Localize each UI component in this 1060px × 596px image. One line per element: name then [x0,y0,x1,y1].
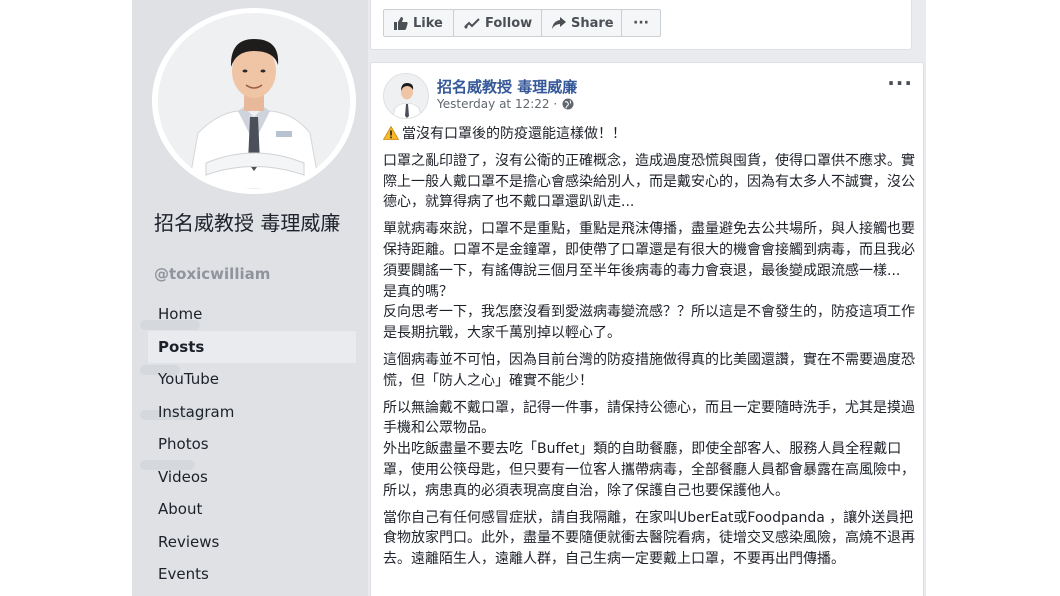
nav-item-videos[interactable]: Videos [148,461,356,494]
like-button[interactable]: Like [383,9,454,37]
more-actions-button[interactable]: ··· [621,9,661,37]
person-avatar-icon [384,74,428,118]
post-paragraph: 口罩之亂印證了，沒有公衛的正確概念，造成過度恐慌與囤貨，使得口罩供不應求。實際上… [383,152,915,211]
facebook-page-frame: 招名威教授 毒理威廉 @toxicwilliam Home Posts YouT… [132,0,926,596]
nav-item-posts[interactable]: Posts [148,330,356,363]
post-card: 招名威教授 毒理威廉 Yesterday at 12:22 · ··· 當沒有口… [370,62,924,596]
post-author-avatar[interactable] [383,73,429,119]
page-handle[interactable]: @toxicwilliam [154,265,270,283]
like-label: Like [413,15,443,31]
page-title: 招名威教授 毒理威廉 [154,211,341,235]
post-body: 當沒有口罩後的防疫還能這樣做！！ 口罩之亂印證了，沒有公衛的正確概念，造成過度恐… [383,124,915,576]
post-paragraph: 當你自己有任何感冒症狀，請自我隔離，在家叫UberEat或Foodpanda ，… [383,509,915,568]
post-time-text: Yesterday at 12:22 · [437,97,558,111]
post-paragraph: 所以無論戴不戴口罩，記得一件事，請保持公德心，而且一定要隨時洗手，尤其是摸過手機… [383,399,915,499]
nav-item-home[interactable]: Home [148,298,356,331]
nav-item-youtube[interactable]: YouTube [148,363,356,396]
nav-item-about[interactable]: About [148,493,356,526]
nav-item-photos[interactable]: Photos [148,428,356,461]
thumbs-up-icon [394,16,408,30]
left-sidebar: 招名威教授 毒理威廉 @toxicwilliam Home Posts YouT… [132,0,368,596]
post-timestamp[interactable]: Yesterday at 12:22 · [437,97,574,111]
profile-picture[interactable] [158,13,350,189]
post-paragraph: 單就病毒來說，口罩不是重點，重點是飛沫傳播，盡量避免去公共場所，與人接觸也要保持… [383,221,915,342]
follow-button[interactable]: Follow [453,9,544,37]
person-portrait-icon [158,13,350,189]
post-paragraph: 當沒有口罩後的防疫還能這樣做！！ [402,126,626,142]
post-paragraph: 這個病毒並不可怕，因為目前台灣的防疫措施做得真的比美國還讚，實在不需要過度恐慌，… [383,351,915,389]
post-author-name[interactable]: 招名威教授 毒理威廉 [437,76,577,97]
more-actions-label: ··· [633,15,649,31]
follow-label: Follow [485,15,533,31]
nav-item-instagram[interactable]: Instagram [148,396,356,429]
share-button[interactable]: Share [541,9,625,37]
page-navigation: Home Posts YouTube Instagram Photos Vide… [148,298,356,591]
share-arrow-icon [552,17,566,29]
warning-icon [383,126,399,140]
page-action-bar: Like Follow Share ··· [370,0,912,50]
globe-icon [562,98,574,110]
post-options-button[interactable]: ··· [887,71,913,95]
nav-item-reviews[interactable]: Reviews [148,526,356,559]
post-headline: 當沒有口罩後的防疫還能這樣做！！ [383,124,915,145]
follow-rss-icon [464,18,480,29]
share-label: Share [571,15,614,31]
nav-item-events[interactable]: Events [148,558,356,591]
